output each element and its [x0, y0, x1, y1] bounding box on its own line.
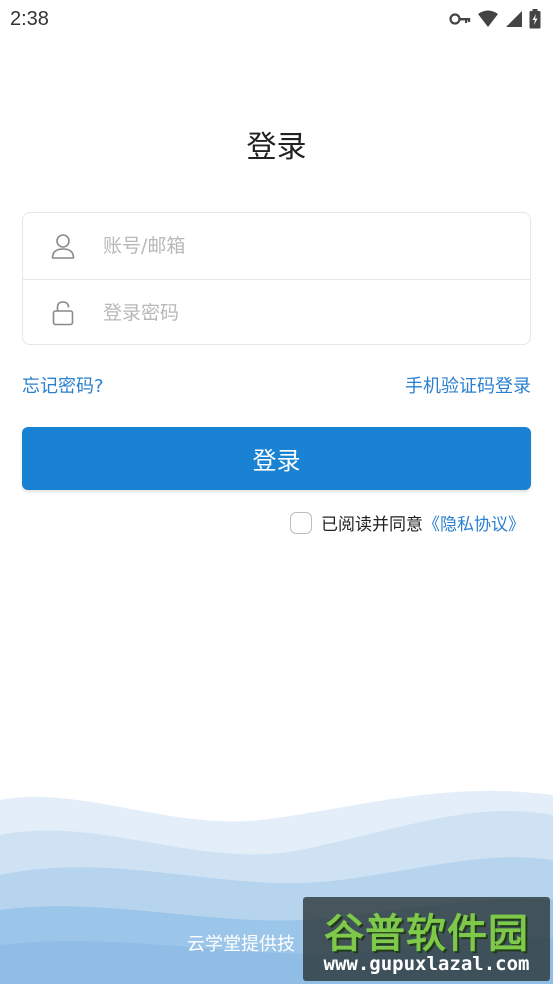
wifi-icon	[477, 10, 499, 28]
watermark-url: www.gupuxlazal.com	[323, 953, 530, 975]
forgot-password-link[interactable]: 忘记密码?	[22, 372, 104, 398]
key-icon	[449, 12, 471, 26]
links-row: 忘记密码? 手机验证码登录	[22, 372, 531, 398]
agreement-text: 已阅读并同意	[321, 515, 423, 535]
password-input[interactable]	[103, 301, 483, 324]
battery-icon	[529, 9, 541, 29]
account-input[interactable]	[103, 235, 483, 257]
status-time: 2:38	[10, 7, 49, 30]
user-icon	[51, 233, 75, 259]
agreement-row: 已阅读并同意 《隐私协议》	[290, 510, 525, 535]
page-title: 登录	[246, 130, 307, 165]
sms-login-link[interactable]: 手机验证码登录	[405, 372, 531, 398]
login-button[interactable]: 登录	[22, 427, 531, 490]
watermark-title: 谷普软件园	[324, 911, 529, 957]
privacy-policy-link[interactable]: 《隐私协议》	[423, 510, 525, 535]
signal-icon	[505, 10, 523, 28]
watermark: 谷普软件园 www.gupuxlazal.com	[303, 897, 550, 981]
status-icons	[449, 9, 541, 29]
account-row	[23, 213, 530, 279]
status-bar: 2:38	[0, 0, 553, 38]
footer-text: 云学堂提供技	[187, 934, 295, 955]
password-row	[23, 279, 530, 345]
lock-icon	[51, 300, 75, 326]
agreement-checkbox[interactable]	[290, 511, 312, 534]
login-form	[22, 212, 531, 345]
